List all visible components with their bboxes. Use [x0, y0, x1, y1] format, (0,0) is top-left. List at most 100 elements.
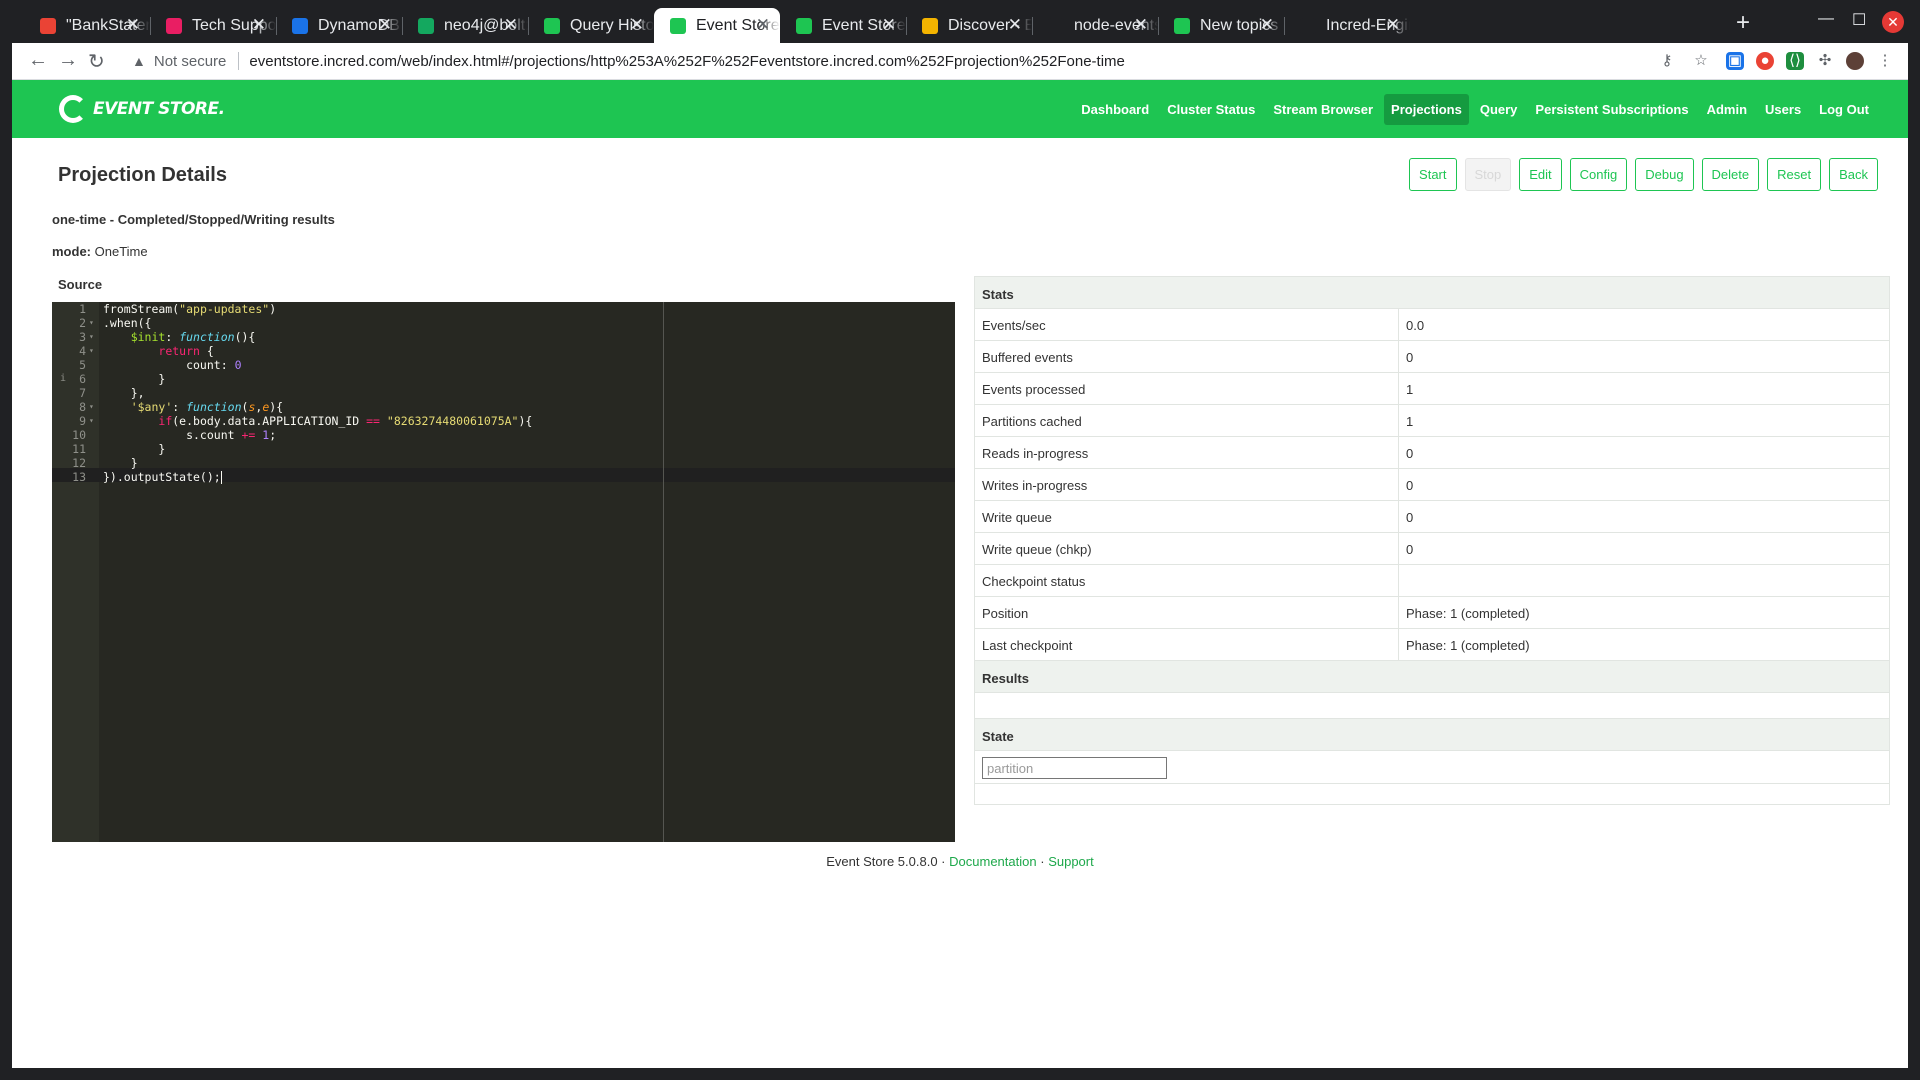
browser-tab[interactable]: DynamoDB · ✕ [276, 8, 402, 43]
line-number: 6 [79, 372, 86, 386]
puzzle-icon[interactable]: ✣ [1816, 52, 1834, 70]
fold-toggle-icon[interactable]: ▾ [89, 330, 94, 344]
code-editor[interactable]: 1 fromStream("app-updates") 2 ▾ .when({3 ▾ $i… [52, 302, 955, 842]
maximize-window-icon[interactable]: ☐ [1852, 10, 1866, 30]
browser-tab[interactable]: Query Histor ✕ [528, 8, 654, 43]
support-link[interactable]: Support [1048, 854, 1094, 869]
browser-tab[interactable]: Incred-Engin ✕ [1284, 8, 1410, 43]
tab-favicon-icon [796, 17, 812, 34]
menu-icon[interactable]: ⋮ [1876, 52, 1894, 70]
star-icon[interactable]: ☆ [1692, 52, 1710, 70]
line-number: 11 [72, 442, 86, 456]
browser-tab[interactable]: Event Store -✕ [780, 8, 906, 43]
code-text[interactable]: }, [103, 386, 145, 400]
code-text[interactable]: '$any': function(s,e){ [103, 400, 283, 414]
tab-favicon-icon [292, 17, 308, 34]
mode-value: OneTime [94, 244, 148, 259]
code-text[interactable]: fromStream("app-updates") [103, 302, 276, 316]
nav-link-dashboard[interactable]: Dashboard [1074, 94, 1156, 125]
nav-link-projections[interactable]: Projections [1384, 94, 1469, 125]
fold-toggle-icon[interactable]: ▾ [89, 414, 94, 428]
extension-icon[interactable]: ⟨⟩ [1786, 52, 1804, 70]
nav-link-admin[interactable]: Admin [1700, 94, 1754, 125]
event-store-logo[interactable]: EVENT STORE. [59, 95, 225, 123]
stat-label: Reads in-progress [975, 437, 1399, 468]
code-text[interactable]: return { [103, 344, 213, 358]
extension-icon[interactable]: ● [1756, 52, 1774, 70]
code-line: 10 s.count += 1; [52, 428, 955, 442]
browser-tab[interactable]: New topics - ✕ [1158, 8, 1284, 43]
nav-link-stream-browser[interactable]: Stream Browser [1266, 94, 1380, 125]
browser-tab[interactable]: neo4j@bolt:/✕ [402, 8, 528, 43]
code-text[interactable]: .when({ [103, 316, 151, 330]
tab-close-icon[interactable]: ✕ [630, 15, 644, 35]
browser-tab[interactable]: Tech Support✕ [150, 8, 276, 43]
tab-close-icon[interactable]: ✕ [504, 15, 518, 35]
info-icon: i [60, 373, 67, 384]
fold-toggle-icon[interactable]: ▾ [89, 316, 94, 330]
partition-input[interactable] [982, 757, 1167, 779]
new-tab-button[interactable]: + [1736, 9, 1750, 37]
tab-favicon-icon [670, 17, 686, 34]
edit-button[interactable]: Edit [1519, 158, 1562, 191]
tab-close-icon[interactable]: ✕ [1386, 15, 1400, 35]
code-token: if [158, 414, 173, 428]
tab-close-icon[interactable]: ✕ [126, 15, 140, 35]
fold-toggle-icon[interactable]: ▾ [89, 344, 94, 358]
nav-link-cluster-status[interactable]: Cluster Status [1160, 94, 1262, 125]
code-text[interactable]: $init: function(){ [103, 330, 256, 344]
close-window-button[interactable]: ✕ [1882, 11, 1904, 33]
address-bar[interactable]: ▲ Not secure eventstore.incred.com/web/i… [132, 46, 1632, 76]
forward-icon[interactable]: → [58, 49, 78, 72]
tab-close-icon[interactable]: ✕ [882, 15, 896, 35]
warning-icon[interactable]: ▲ [132, 53, 146, 69]
nav-link-query[interactable]: Query [1473, 94, 1525, 125]
start-button[interactable]: Start [1409, 158, 1457, 191]
key-icon[interactable]: ⚷ [1658, 52, 1676, 70]
config-button[interactable]: Config [1569, 158, 1628, 191]
code-token: } [103, 372, 166, 386]
documentation-link[interactable]: Documentation [949, 854, 1036, 869]
nav-link-users[interactable]: Users [1758, 94, 1808, 125]
code-text[interactable]: } [103, 372, 165, 386]
security-label[interactable]: Not secure [154, 53, 227, 70]
extension-icon[interactable]: ▣ [1726, 52, 1744, 70]
back-icon[interactable]: ← [28, 49, 48, 72]
tab-close-icon[interactable]: ✕ [378, 15, 392, 35]
reload-icon[interactable]: ↻ [88, 49, 105, 74]
delete-button[interactable]: Delete [1701, 158, 1760, 191]
tab-favicon-icon [1174, 17, 1190, 34]
browser-tab[interactable]: Event Store -✕ [654, 8, 780, 43]
tab-close-icon[interactable]: ✕ [756, 15, 770, 35]
code-text[interactable]: }).outputState(); [103, 470, 222, 484]
code-line: 7 }, [52, 386, 955, 400]
back-button[interactable]: Back [1829, 158, 1878, 191]
nav-link-persistent-subscriptions[interactable]: Persistent Subscriptions [1528, 94, 1695, 125]
fold-toggle-icon[interactable]: ▾ [89, 400, 94, 414]
avatar[interactable] [1846, 52, 1864, 70]
browser-tab-strip: "BankStatem✕Tech Support✕DynamoDB ·✕neo4… [0, 0, 1920, 43]
stat-value: Phase: 1 (completed) [1406, 638, 1530, 653]
minimize-window-icon[interactable]: — [1818, 10, 1834, 28]
code-text[interactable]: s.count += 1; [103, 428, 276, 442]
browser-tab[interactable]: Discover - Ela✕ [906, 8, 1032, 43]
url-text[interactable]: eventstore.incred.com/web/index.html#/pr… [249, 53, 1124, 70]
code-text[interactable]: } [103, 456, 138, 470]
nav-link-log-out[interactable]: Log Out [1812, 94, 1876, 125]
code-text[interactable]: if(e.body.data.APPLICATION_ID == "826327… [103, 414, 532, 428]
code-text[interactable]: } [103, 442, 165, 456]
tab-separator [1032, 17, 1033, 35]
browser-tab[interactable]: "BankStatem ✕ [24, 8, 150, 43]
code-line: 12 } [52, 456, 955, 470]
tab-close-icon[interactable]: ✕ [252, 15, 266, 35]
tab-close-icon[interactable]: ✕ [1260, 15, 1274, 35]
tab-separator [150, 17, 151, 35]
tab-close-icon[interactable]: ✕ [1134, 15, 1148, 35]
browser-tab[interactable]: node-events ✕ [1032, 8, 1158, 43]
line-number: 12 [72, 456, 86, 470]
code-token: s.count [103, 428, 242, 442]
code-text[interactable]: count: 0 [103, 358, 241, 372]
tab-close-icon[interactable]: ✕ [1008, 15, 1022, 35]
debug-button[interactable]: Debug [1635, 158, 1694, 191]
reset-button[interactable]: Reset [1767, 158, 1822, 191]
